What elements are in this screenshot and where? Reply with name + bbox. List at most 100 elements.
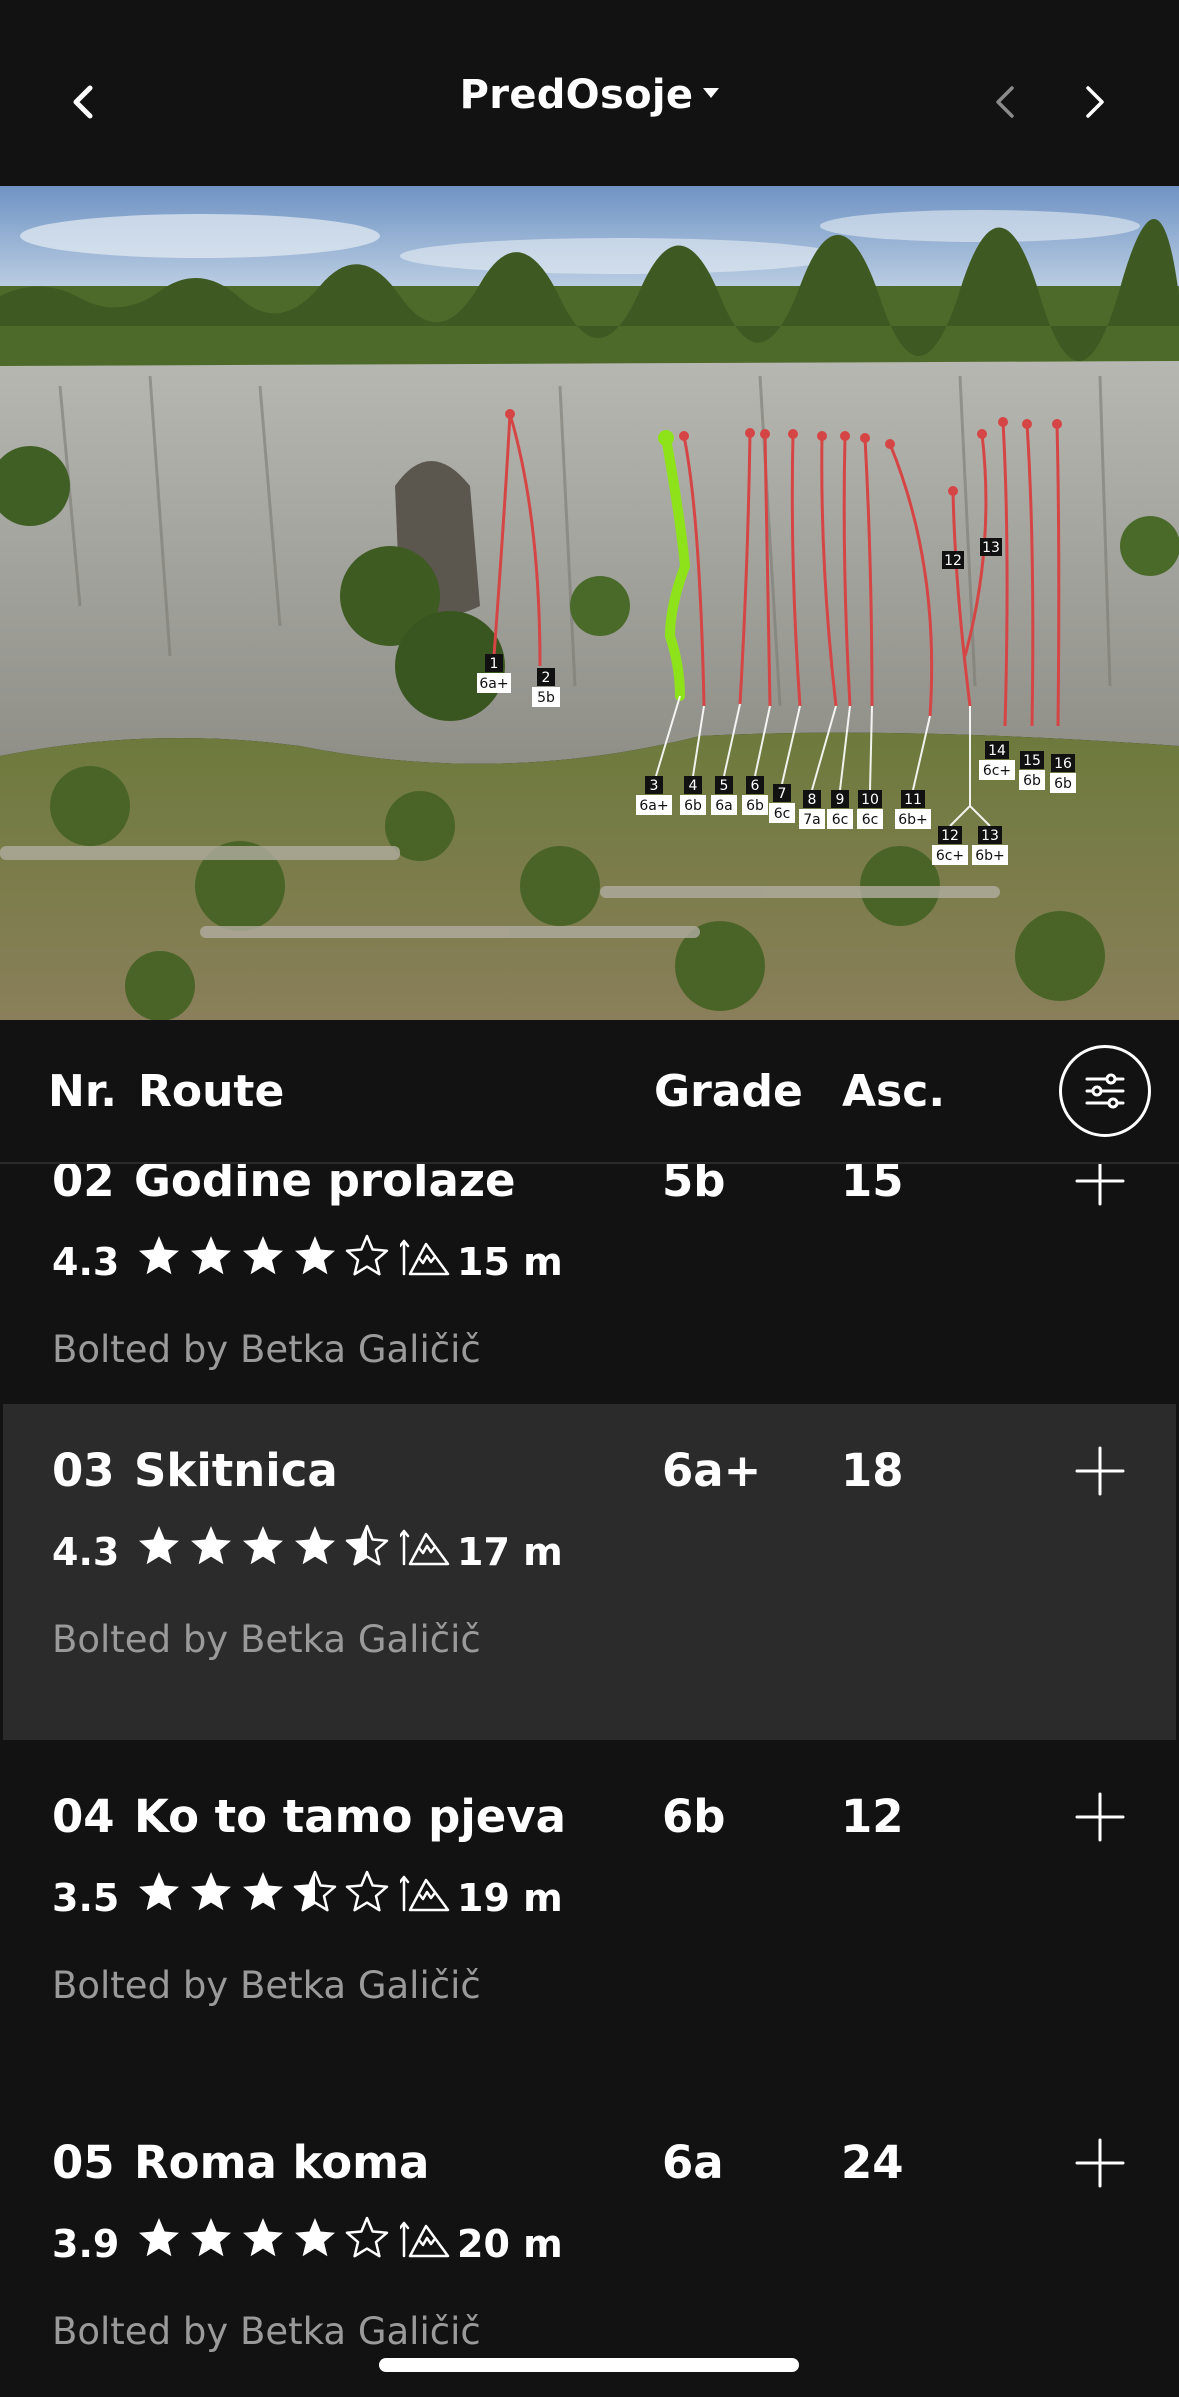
star-icon <box>139 2218 179 2257</box>
route-rating: 3.5 <box>52 1876 120 1920</box>
column-header-nr[interactable]: Nr. <box>48 1066 117 1117</box>
column-header-route[interactable]: Route <box>138 1066 284 1117</box>
svg-text:11: 11 <box>904 792 922 808</box>
star-icon <box>295 1236 335 1275</box>
route-row[interactable]: 04 Ko to tamo pjeva 6b 12 3.5 19 m Bolted by B… <box>3 1790 1176 2126</box>
star-icon <box>295 1526 335 1565</box>
next-sector-button[interactable] <box>1058 66 1130 138</box>
svg-text:9: 9 <box>836 792 845 808</box>
star-icon <box>191 1872 231 1911</box>
home-indicator[interactable] <box>379 2358 799 2372</box>
svg-text:3: 3 <box>650 778 659 794</box>
route-list[interactable]: 02 Godine prolaze 5b 15 4.3 15 m Bolted by Bet… <box>0 1164 1179 2397</box>
plus-icon[interactable] <box>1075 1792 1125 1842</box>
svg-text:5: 5 <box>720 778 729 794</box>
svg-text:6c: 6c <box>862 812 879 828</box>
route-length: 20 m <box>457 2222 563 2266</box>
svg-text:6b: 6b <box>684 798 702 814</box>
star-icon <box>243 1236 283 1275</box>
route-grade: 6b <box>662 1790 726 1843</box>
star-icon <box>191 1236 231 1275</box>
svg-text:16: 16 <box>1054 756 1072 772</box>
route-name: Ko to tamo pjeva <box>134 1790 566 1843</box>
svg-text:6a+: 6a+ <box>479 676 508 692</box>
column-header-ascents[interactable]: Asc. <box>842 1066 945 1117</box>
svg-text:10: 10 <box>861 792 879 808</box>
svg-text:6c: 6c <box>774 806 791 822</box>
star-icon <box>139 1526 179 1565</box>
route-ascents: 15 <box>841 1164 904 1207</box>
route-number: 05 <box>52 2136 115 2189</box>
svg-text:6b: 6b <box>1054 776 1072 792</box>
svg-text:6b+: 6b+ <box>975 848 1005 864</box>
svg-text:6b: 6b <box>746 798 764 814</box>
column-header-grade[interactable]: Grade <box>654 1066 803 1117</box>
star-icon <box>191 2218 231 2257</box>
mountain-height-icon <box>400 1529 450 1566</box>
chevron-right-icon <box>1086 86 1104 118</box>
route-bolter: Bolted by Betka Galičič <box>52 2310 481 2353</box>
route-length: 19 m <box>457 1876 563 1920</box>
route-ascents: 18 <box>841 1444 904 1497</box>
route-rating: 4.3 <box>52 1240 120 1284</box>
star-icon <box>345 2216 389 2258</box>
star-icon <box>191 1526 231 1565</box>
filter-button[interactable] <box>1059 1045 1151 1137</box>
previous-sector-button[interactable] <box>970 66 1042 138</box>
svg-text:6a+: 6a+ <box>639 798 668 814</box>
topo-label-15: 15 6b <box>1019 751 1045 790</box>
svg-text:6a: 6a <box>715 798 733 814</box>
svg-text:6c+: 6c+ <box>936 848 964 864</box>
rating-stars <box>136 1523 390 1569</box>
star-icon <box>243 1872 283 1911</box>
route-row[interactable]: 03 Skitnica 6a+ 18 4.3 17 m Bolted by Betka Ga… <box>3 1404 1176 1740</box>
svg-text:1: 1 <box>490 656 499 672</box>
svg-text:8: 8 <box>808 792 817 808</box>
rating-stars <box>136 1869 390 1915</box>
route-ascents: 24 <box>841 2136 904 2189</box>
rating-stars <box>136 2215 390 2261</box>
route-grade: 6a+ <box>662 1444 762 1497</box>
route-number: 03 <box>52 1444 115 1497</box>
star-icon <box>243 2218 283 2257</box>
route-number: 04 <box>52 1790 115 1843</box>
svg-text:13: 13 <box>981 828 999 844</box>
star-icon <box>345 1524 389 1566</box>
svg-text:5b: 5b <box>537 690 555 706</box>
star-icon <box>345 1234 389 1276</box>
route-name: Roma koma <box>134 2136 430 2189</box>
topo-photo[interactable]: 1 6a+ 2 5b 3 6a+ 4 6b 5 6a 6 6b 7 6c 8 7… <box>0 186 1179 1020</box>
route-grade: 5b <box>662 1164 726 1207</box>
route-bolter: Bolted by Betka Galičič <box>52 1964 481 2007</box>
route-grade: 6a <box>662 2136 724 2189</box>
route-length: 15 m <box>457 1240 563 1284</box>
route-bolter: Bolted by Betka Galičič <box>52 1328 481 1371</box>
star-icon <box>139 1872 179 1911</box>
mountain-height-icon <box>400 1239 450 1276</box>
rating-stars <box>136 1233 390 1279</box>
mountain-height-icon <box>400 1875 450 1912</box>
svg-text:13: 13 <box>982 540 1000 556</box>
svg-text:7: 7 <box>778 786 787 802</box>
route-bolter: Bolted by Betka Galičič <box>52 1618 481 1661</box>
route-name: Skitnica <box>134 1444 338 1497</box>
caret-down-icon <box>703 88 720 98</box>
plus-icon[interactable] <box>1075 2138 1125 2188</box>
cliff-topo-image: 1 6a+ 2 5b 3 6a+ 4 6b 5 6a 6 6b 7 6c 8 7… <box>0 186 1179 1020</box>
mountain-height-icon <box>400 2221 450 2258</box>
route-table-header: Nr. Route Grade Asc. <box>0 1020 1179 1164</box>
route-rating: 4.3 <box>52 1530 120 1574</box>
topo-label-10: 10 6c <box>857 790 883 829</box>
plus-icon[interactable] <box>1075 1164 1125 1206</box>
star-icon <box>293 1870 337 1912</box>
sector-title: PredOsoje <box>459 72 694 118</box>
plus-icon[interactable] <box>1075 1446 1125 1496</box>
svg-text:2: 2 <box>542 670 551 686</box>
svg-text:6b: 6b <box>1023 773 1041 789</box>
svg-text:4: 4 <box>689 778 698 794</box>
svg-text:6b+: 6b+ <box>898 812 928 828</box>
svg-text:12: 12 <box>944 553 962 569</box>
svg-text:14: 14 <box>988 743 1006 759</box>
star-icon <box>243 1526 283 1565</box>
star-icon <box>345 1870 389 1912</box>
